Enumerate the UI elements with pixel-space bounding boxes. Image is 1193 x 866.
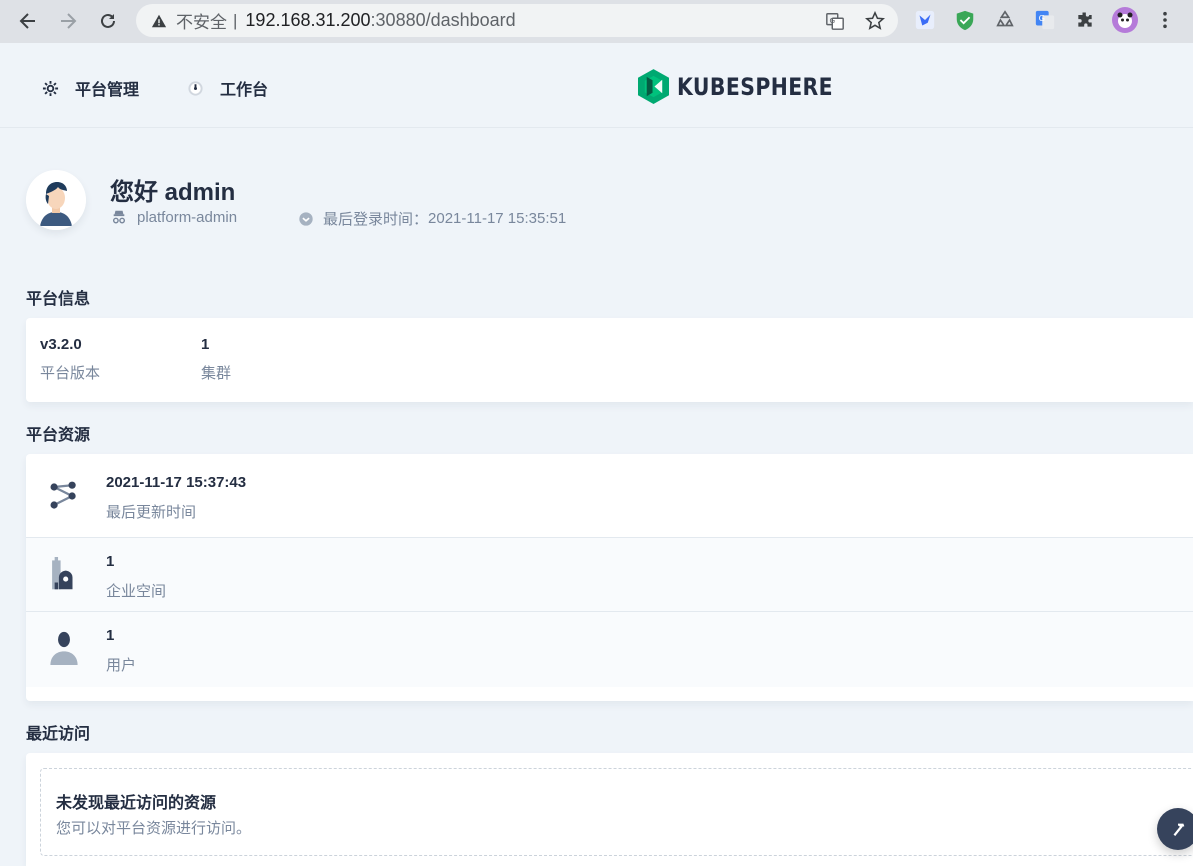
cluster-count-value: 1 (201, 336, 210, 353)
browser-menu-icon[interactable] (1152, 7, 1178, 33)
top-navigation: 平台管理 工作台 KUBESPHERE (0, 44, 1193, 128)
resource-row-users[interactable]: 1 用户 (26, 611, 1193, 687)
greeting-title: 您好 admin (110, 179, 236, 206)
recent-access-card: 未发现最近访问的资源 您可以对平台资源进行访问。 (26, 753, 1193, 866)
translate-icon[interactable]: G (824, 10, 846, 32)
google-translate-extension-icon[interactable]: G (1032, 7, 1058, 33)
kubesphere-logo[interactable]: KUBESPHERE (638, 69, 861, 104)
warning-icon[interactable] (150, 12, 168, 30)
last-update-label: 最后更新时间 (106, 504, 197, 521)
nav-platform-management-label: 平台管理 (75, 82, 140, 99)
user-count-value: 1 (106, 627, 115, 644)
url-host: 192.168.31.200 (245, 10, 371, 30)
platform-version-label: 平台版本 (40, 365, 101, 382)
gear-icon (41, 79, 59, 97)
user-count-label: 用户 (106, 657, 137, 674)
forward-button[interactable] (48, 1, 88, 41)
bird-extension-icon[interactable] (912, 7, 938, 33)
last-login-label: 最后登录时间： (323, 211, 429, 228)
nav-platform-management[interactable]: 平台管理 (41, 76, 139, 100)
nav-workbench-label: 工作台 (220, 82, 269, 99)
toolbox-button[interactable] (1157, 808, 1193, 850)
url-path: :30880/dashboard (370, 10, 516, 30)
platform-version-item: v3.2.0 平台版本 (40, 336, 100, 383)
admin-role-icon (110, 208, 128, 226)
topology-icon (44, 474, 84, 518)
last-login-time: 2021-11-17 15:35:51 (428, 210, 567, 227)
clock-icon (297, 210, 315, 228)
hammer-icon (1173, 823, 1185, 837)
address-bar[interactable]: 不安全 | 192.168.31.200:30880/dashboard G (136, 4, 898, 37)
kubesphere-logo-icon (638, 69, 669, 104)
logo-text: KUBESPHERE (677, 72, 834, 101)
recent-access-title: 最近访问 (26, 726, 91, 743)
forward-arrow-icon (61, 13, 77, 29)
cluster-count-label: 集群 (201, 365, 232, 382)
url-separator: | (233, 10, 238, 30)
platform-version-value: v3.2.0 (40, 336, 82, 353)
reload-button[interactable] (88, 1, 128, 41)
shield-extension-icon[interactable] (952, 7, 978, 33)
user-icon (44, 626, 84, 670)
user-role: platform-admin (110, 208, 237, 226)
last-update-value: 2021-11-17 15:37:43 (106, 474, 247, 491)
platform-resources-title: 平台资源 (26, 427, 91, 444)
reload-icon (101, 13, 115, 28)
resource-row-last-update: 2021-11-17 15:37:43 最后更新时间 (26, 454, 1193, 538)
workspace-icon (44, 552, 84, 596)
security-label: 不安全 (176, 13, 227, 32)
recent-empty-description: 您可以对平台资源进行访问。 (56, 820, 252, 837)
platform-info-title: 平台信息 (26, 291, 91, 308)
user-role-text: platform-admin (137, 208, 238, 226)
recent-empty-title: 未发现最近访问的资源 (56, 795, 217, 812)
last-login: 最后登录时间： 2021-11-17 15:35:51 (297, 208, 566, 229)
back-arrow-icon (19, 13, 35, 29)
workspace-count-label: 企业空间 (106, 583, 167, 600)
workspace-count-value: 1 (106, 553, 115, 570)
cluster-count-item[interactable]: 1 集群 (201, 336, 231, 383)
platform-resources-card: 2021-11-17 15:37:43 最后更新时间 1 企业空间 1 用户 (26, 454, 1193, 701)
resource-row-workspaces[interactable]: 1 企业空间 (26, 537, 1193, 612)
back-button[interactable] (8, 1, 48, 41)
dashboard-gauge-icon (186, 79, 204, 97)
svg-text:G: G (830, 16, 836, 25)
recycle-extension-icon[interactable] (992, 7, 1018, 33)
svg-text:G: G (1039, 13, 1045, 23)
avatar (26, 170, 86, 230)
puzzle-extensions-icon[interactable] (1072, 7, 1098, 33)
browser-toolbar: 不安全 | 192.168.31.200:30880/dashboard G G (0, 0, 1193, 43)
recent-empty-state: 未发现最近访问的资源 您可以对平台资源进行访问。 (40, 768, 1193, 856)
bookmark-star-icon[interactable] (864, 10, 886, 32)
platform-info-card: v3.2.0 平台版本 1 集群 (26, 318, 1193, 402)
nav-workbench[interactable]: 工作台 (186, 76, 268, 100)
profile-avatar-icon[interactable] (1112, 7, 1138, 33)
